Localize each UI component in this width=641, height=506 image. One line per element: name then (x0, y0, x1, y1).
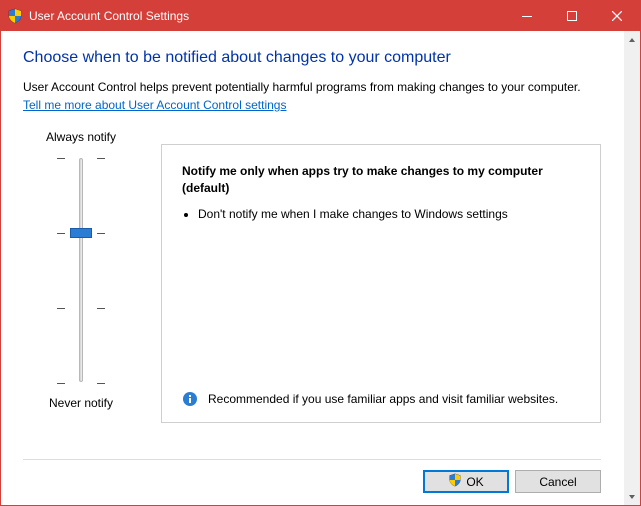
maximize-button[interactable] (549, 1, 594, 31)
level-title: Notify me only when apps try to make cha… (182, 163, 584, 197)
ok-button[interactable]: OK (423, 470, 509, 493)
slider-label-top: Always notify (46, 130, 116, 144)
close-button[interactable] (594, 1, 640, 31)
help-link[interactable]: Tell me more about User Account Control … (23, 98, 601, 112)
scroll-down-icon[interactable] (624, 488, 640, 505)
minimize-button[interactable] (504, 1, 549, 31)
content-area: Choose when to be notified about changes… (1, 31, 623, 505)
slider-label-bottom: Never notify (49, 396, 113, 410)
window-title: User Account Control Settings (29, 9, 504, 23)
vertical-scrollbar[interactable] (623, 31, 640, 505)
uac-shield-icon (448, 473, 462, 490)
level-bullet: Don't notify me when I make changes to W… (198, 206, 584, 223)
uac-shield-icon (1, 1, 29, 31)
cancel-label: Cancel (539, 475, 576, 489)
titlebar: User Account Control Settings (1, 1, 640, 31)
level-description-box: Notify me only when apps try to make cha… (161, 144, 601, 423)
cancel-button[interactable]: Cancel (515, 470, 601, 493)
dialog-footer: OK Cancel (23, 459, 601, 493)
info-icon (182, 391, 198, 407)
notification-slider[interactable]: Always notify Never notify (23, 130, 139, 453)
slider-track[interactable] (49, 150, 113, 390)
page-heading: Choose when to be notified about changes… (23, 49, 601, 67)
ok-label: OK (466, 475, 483, 489)
slider-thumb[interactable] (70, 228, 92, 238)
recommendation-text: Recommended if you use familiar apps and… (208, 391, 558, 408)
scroll-up-icon[interactable] (624, 31, 640, 48)
intro-text: User Account Control helps prevent poten… (23, 79, 601, 96)
